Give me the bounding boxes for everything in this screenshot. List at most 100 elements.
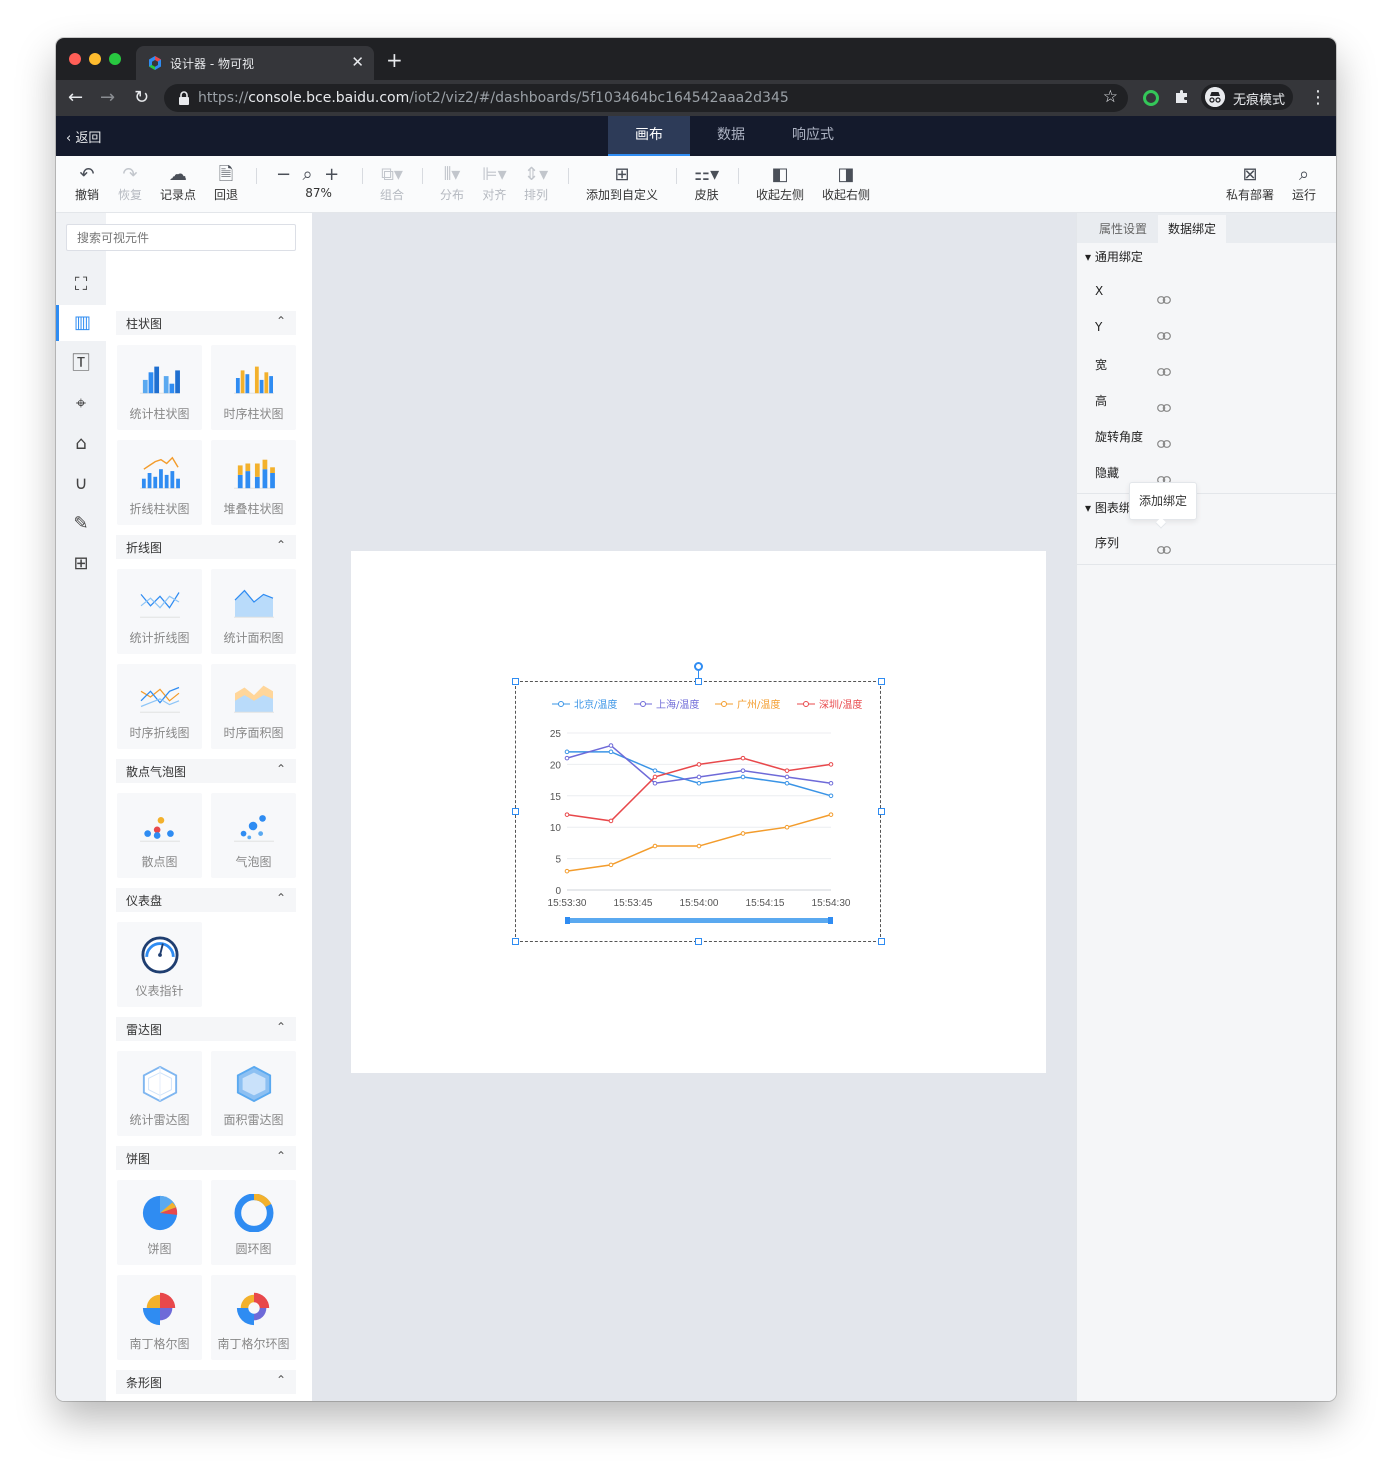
chevron-up-icon[interactable]: ⌃ <box>276 1373 286 1387</box>
link-icon[interactable] <box>1157 289 1171 304</box>
component-card[interactable]: 统计雷达图 <box>117 1051 202 1136</box>
tab-data[interactable]: 数据 <box>690 116 772 156</box>
section-title-label: 雷达图 <box>126 1023 163 1037</box>
component-card-label: 堆叠柱状图 <box>223 502 284 516</box>
selected-chart-widget[interactable]: 0 5 10 15 20 25 15:53:30 15:53:45 15:54:00 15:54:… <box>512 662 885 945</box>
undo-button[interactable]: ↶ 撤销 <box>75 164 99 203</box>
section-gauge[interactable]: 仪表盘 ⌃ <box>116 888 296 912</box>
run-button[interactable]: ⌕ 运行 <box>1292 164 1316 203</box>
tab-responsive[interactable]: 响应式 <box>772 116 854 156</box>
chevron-up-icon[interactable]: ⌃ <box>276 891 286 905</box>
chevron-up-icon[interactable]: ⌃ <box>276 1149 286 1163</box>
component-card[interactable]: 南丁格尔环图 <box>211 1275 296 1360</box>
tab-data-binding[interactable]: 数据绑定 <box>1158 215 1227 243</box>
revert-button[interactable]: 🗎 回退 <box>214 164 238 203</box>
radar-chart-icon <box>142 1065 178 1103</box>
skin-button[interactable]: ⚏▾ 皮肤 <box>694 164 719 203</box>
align-button[interactable]: ⊫▾ 对齐 <box>482 164 507 203</box>
maximize-window-button[interactable] <box>109 53 121 65</box>
group-button[interactable]: ⧉▾ 组合 <box>380 164 404 203</box>
legend-marker <box>640 701 646 707</box>
incognito-badge[interactable]: 无痕模式 <box>1201 84 1293 110</box>
arrange-button[interactable]: ⇕▾ 排列 <box>524 164 548 203</box>
zoom-control: − ⌕ + 87% <box>276 164 339 200</box>
extension-circle-icon[interactable] <box>1143 90 1159 106</box>
link-icon[interactable] <box>1157 325 1171 340</box>
chart-binding-group[interactable]: ▾ 图表绑 <box>1085 499 1131 516</box>
y-tick-label: 10 <box>550 823 562 834</box>
link-icon[interactable] <box>1157 539 1171 554</box>
section-scatter-bubble[interactable]: 散点气泡图 ⌃ <box>116 759 296 783</box>
tab-property-settings[interactable]: 属性设置 <box>1089 215 1157 243</box>
component-card[interactable]: 堆叠柱状图 <box>211 440 296 525</box>
series-line <box>567 751 832 797</box>
data-point <box>784 824 790 830</box>
component-card[interactable]: 仪表指针 <box>117 922 202 1007</box>
group-label: 组合 <box>380 188 405 202</box>
section-horizontal-bar[interactable]: 条形图 ⌃ <box>116 1370 296 1394</box>
link-icon[interactable] <box>1157 469 1171 484</box>
component-card[interactable]: 饼图 <box>117 1180 202 1265</box>
bookmark-star-icon[interactable]: ☆ <box>1103 87 1118 107</box>
data-point <box>828 780 834 786</box>
section-line-chart[interactable]: 折线图 ⌃ <box>116 535 296 559</box>
address-bar[interactable]: https://console.bce.baidu.com/iot2/viz2/… <box>164 84 1128 112</box>
component-card[interactable]: 气泡图 <box>211 793 296 878</box>
close-window-button[interactable] <box>69 53 81 65</box>
panel-divider <box>1077 564 1336 565</box>
component-card[interactable]: 统计面积图 <box>211 569 296 654</box>
component-card[interactable]: 时序柱状图 <box>211 345 296 430</box>
component-card[interactable]: 面积雷达图 <box>211 1051 296 1136</box>
group-icon: ⧉▾ <box>381 164 403 185</box>
tab-close-icon[interactable]: ✕ <box>351 53 364 71</box>
component-card[interactable]: 折线柱状图 <box>117 440 202 525</box>
data-zoom-handle <box>565 917 570 924</box>
design-canvas[interactable]: 0 5 10 15 20 25 15:53:30 15:53:45 15:54:00 15:54:… <box>312 213 1076 1401</box>
component-card[interactable]: 散点图 <box>117 793 202 878</box>
component-card[interactable]: 圆环图 <box>211 1180 296 1265</box>
private-deploy-button[interactable]: ⊠ 私有部署 <box>1226 164 1274 203</box>
reload-icon[interactable]: ↻ <box>134 87 149 108</box>
extensions-puzzle-icon[interactable] <box>1174 88 1190 104</box>
chevron-up-icon[interactable]: ⌃ <box>276 538 286 552</box>
distribute-button[interactable]: ⫴▾ 分布 <box>440 164 464 203</box>
data-point <box>608 743 614 748</box>
browser-tab[interactable]: 设计器 - 物可视 ✕ <box>136 46 374 80</box>
component-card[interactable]: 统计柱状图 <box>117 345 202 430</box>
back-arrow-icon[interactable]: ← <box>68 87 83 108</box>
forward-arrow-icon[interactable]: → <box>100 87 115 108</box>
back-button[interactable]: ‹ 返回 <box>66 127 101 146</box>
chevron-up-icon[interactable]: ⌃ <box>276 1020 286 1034</box>
general-binding-group[interactable]: ▾ 通用绑定 <box>1085 248 1143 265</box>
dashboard-page[interactable]: 0 5 10 15 20 25 15:53:30 15:53:45 15:54:00 15:54:… <box>351 551 1046 1073</box>
component-card[interactable]: 统计折线图 <box>117 569 202 654</box>
component-card[interactable]: 南丁格尔图 <box>117 1275 202 1360</box>
redo-button[interactable]: ↷ 恢复 <box>118 164 142 203</box>
chevron-up-icon[interactable]: ⌃ <box>276 314 286 328</box>
section-radar[interactable]: 雷达图 ⌃ <box>116 1017 296 1041</box>
component-card[interactable]: 时序面积图 <box>211 664 296 749</box>
section-pie[interactable]: 饼图 ⌃ <box>116 1146 296 1170</box>
data-point <box>696 762 702 767</box>
toolbar-divider <box>256 168 257 184</box>
link-icon[interactable] <box>1157 433 1171 448</box>
toolbar-divider <box>362 168 363 184</box>
link-icon[interactable] <box>1157 397 1171 412</box>
record-point-button[interactable]: ☁ 记录点 <box>160 164 196 203</box>
collapse-right-button[interactable]: ◨ 收起右侧 <box>822 164 870 203</box>
browser-menu-icon[interactable]: ⋮ <box>1309 87 1327 108</box>
component-card[interactable]: 时序折线图 <box>117 664 202 749</box>
link-icon[interactable] <box>1157 361 1171 376</box>
zoom-in-icon[interactable]: + <box>324 164 339 185</box>
zoom-out-icon[interactable]: − <box>276 164 291 185</box>
tab-title: 设计器 - 物可视 <box>170 57 254 71</box>
tab-canvas[interactable]: 画布 <box>608 116 690 156</box>
section-bar-chart[interactable]: 柱状图 ⌃ <box>116 311 296 335</box>
data-point <box>564 868 570 874</box>
collapse-left-button[interactable]: ◧ 收起左侧 <box>756 164 804 203</box>
minimize-window-button[interactable] <box>89 53 101 65</box>
new-tab-button[interactable]: + <box>386 48 403 72</box>
chevron-up-icon[interactable]: ⌃ <box>276 762 286 776</box>
add-custom-button[interactable]: ⊞ 添加到自定义 <box>586 164 658 203</box>
rotate-handle[interactable] <box>694 662 703 671</box>
